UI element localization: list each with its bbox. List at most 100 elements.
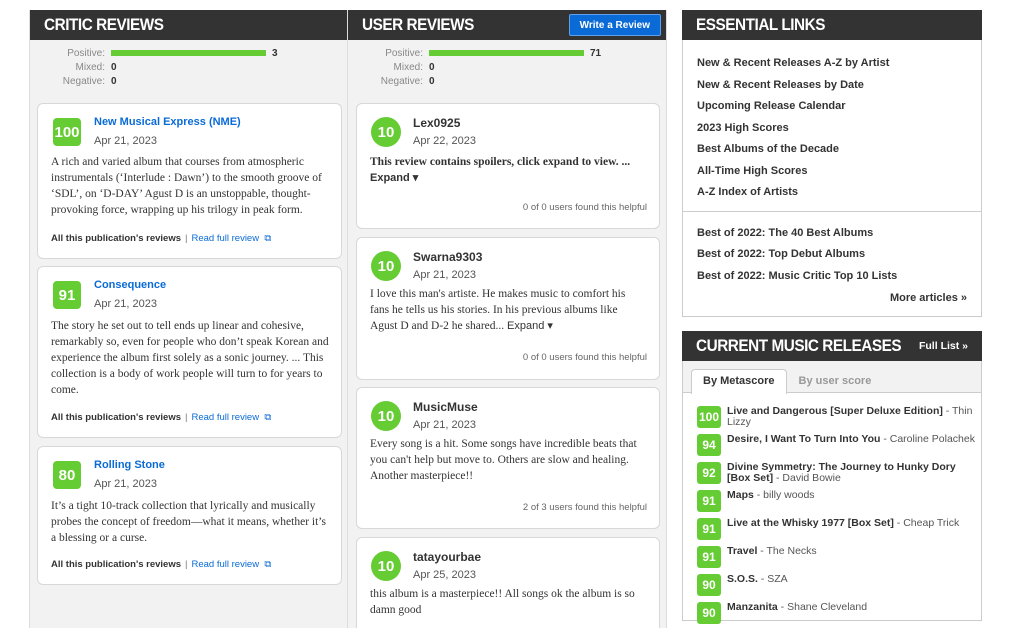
essential-link[interactable]: 2023 High Scores (697, 119, 981, 141)
release-artist: - Cheap Trick (893, 517, 960, 529)
all-publication-reviews-link[interactable]: All this publication's reviews (51, 412, 181, 423)
expand-link[interactable]: Expand ▾ (370, 172, 418, 184)
full-list-link[interactable]: Full List » (919, 340, 968, 352)
publication-link[interactable]: Rolling Stone (94, 459, 165, 471)
expand-link[interactable]: Expand ▾ (507, 320, 553, 332)
more-articles-link[interactable]: More articles » (683, 288, 981, 316)
username[interactable]: tatayourbae (413, 550, 481, 564)
release-artist: - billy woods (753, 489, 815, 501)
tab-by-user-score[interactable]: By user score (787, 369, 884, 392)
essential-link[interactable]: Best Albums of the Decade (697, 140, 981, 162)
essential-link[interactable]: New & Recent Releases A-Z by Artist (697, 54, 981, 76)
essential-link[interactable]: Upcoming Release Calendar (697, 97, 981, 119)
release-text: Live at the Whisky 1977 [Box Set] - Chea… (727, 518, 981, 529)
current-releases-title: CURRENT MUSIC RELEASES (696, 336, 902, 355)
review-footer: All this publication's reviews | Read full… (51, 559, 271, 570)
all-publication-reviews-link[interactable]: All this publication's reviews (51, 559, 181, 570)
review-date: Apr 21, 2023 (413, 419, 476, 431)
metascore-badge: 92 (697, 462, 721, 484)
critic-negative-row: Negative: 0 (30, 74, 347, 88)
username[interactable]: Lex0925 (413, 116, 460, 130)
username[interactable]: Swarna9303 (413, 250, 482, 264)
release-title[interactable]: Desire, I Want To Turn Into You (727, 433, 880, 445)
article-link[interactable]: Best of 2022: Top Debut Albums (697, 245, 981, 267)
current-releases-box: By Metascore By user score 100 Live and … (682, 361, 982, 624)
release-item[interactable]: 90 S.O.S. - SZA (697, 574, 981, 602)
release-artist: - SZA (757, 573, 788, 585)
release-title[interactable]: Live and Dangerous [Super Deluxe Edition… (727, 405, 943, 417)
publication-link[interactable]: Consequence (94, 279, 166, 291)
release-text: Desire, I Want To Turn Into You - Caroli… (727, 434, 981, 445)
release-artist: - David Bowie (773, 472, 841, 484)
release-text: Divine Symmetry: The Journey to Hunky Do… (727, 462, 981, 484)
all-publication-reviews-link[interactable]: All this publication's reviews (51, 233, 181, 244)
release-item[interactable]: 92 Divine Symmetry: The Journey to Hunky… (697, 462, 981, 490)
review-text: I love this man's artiste. He makes musi… (370, 288, 626, 332)
sort-tabs: By Metascore By user score (683, 361, 981, 394)
negative-count: 0 (429, 75, 435, 87)
review-text: Every song is a hit. Some songs have inc… (370, 438, 637, 482)
username[interactable]: MusicMuse (413, 400, 478, 414)
release-item[interactable]: 91 Maps - billy woods (697, 490, 981, 518)
article-link[interactable]: Best of 2022: The 40 Best Albums (697, 224, 981, 246)
publication-link[interactable]: New Musical Express (NME) (94, 116, 241, 128)
release-title[interactable]: S.O.S. (727, 573, 758, 585)
release-title[interactable]: Manzanita (727, 601, 778, 613)
user-review-card: 10 tatayourbae Apr 25, 2023 this album i… (356, 537, 660, 628)
essential-link[interactable]: A-Z Index of Artists (697, 183, 981, 205)
user-review-card: 10 Lex0925 Apr 22, 2023 This review cont… (356, 103, 660, 229)
metascore-badge: 91 (697, 518, 721, 540)
right-sidebar: ESSENTIAL LINKS New & Recent Releases A-… (682, 10, 982, 624)
user-score-distribution: Positive: 71 Mixed: 0 Negative: 0 (348, 40, 666, 102)
release-title[interactable]: Live at the Whisky 1977 [Box Set] (727, 517, 894, 529)
metascore-badge: 80 (53, 461, 81, 489)
tab-by-metascore[interactable]: By Metascore (691, 369, 787, 394)
release-text: Maps - billy woods (727, 490, 981, 501)
read-full-review-link[interactable]: Read full review (191, 412, 259, 423)
review-date: Apr 21, 2023 (94, 135, 157, 147)
user-review-card: 10 Swarna9303 Apr 21, 2023 I love this m… (356, 237, 660, 380)
review-text: this album is a masterpiece!! All songs … (370, 588, 635, 616)
release-title[interactable]: Maps (727, 489, 754, 501)
release-artist: - Shane Cleveland (777, 601, 868, 613)
review-text: It’s a tight 10-track collection that ly… (51, 500, 326, 544)
metascore-badge: 94 (697, 434, 721, 456)
release-text: Travel - The Necks (727, 546, 981, 557)
user-reviews-header: USER REVIEWS Write a Review (348, 10, 666, 40)
critic-reviews-column: CRITIC REVIEWS Positive: 3 Mixed: 0 Nega… (29, 10, 347, 628)
write-review-button[interactable]: Write a Review (568, 14, 661, 36)
releases-list: 100 Live and Dangerous [Super Deluxe Edi… (683, 393, 981, 628)
release-item[interactable]: 91 Live at the Whisky 1977 [Box Set] - C… (697, 518, 981, 546)
positive-bar (429, 50, 584, 56)
helpful-count: 0 of 0 users found this helpful (522, 202, 647, 213)
essential-link[interactable]: New & Recent Releases by Date (697, 76, 981, 98)
article-link[interactable]: Best of 2022: Music Critic Top 10 Lists (697, 267, 981, 289)
user-positive-row: Positive: 71 (348, 46, 666, 60)
essential-links-header: ESSENTIAL LINKS (682, 10, 982, 40)
release-title[interactable]: Divine Symmetry: The Journey to Hunky Do… (727, 461, 956, 484)
review-footer: All this publication's reviews | Read full… (51, 233, 271, 244)
external-link-icon[interactable]: ⧉ (262, 559, 271, 570)
review-body: I love this man's artiste. He makes musi… (370, 286, 647, 334)
metascore-badge: 90 (697, 574, 721, 596)
separator: | (185, 412, 188, 423)
read-full-review-link[interactable]: Read full review (191, 233, 259, 244)
metascore-badge: 91 (697, 490, 721, 512)
release-item[interactable]: 94 Desire, I Want To Turn Into You - Car… (697, 434, 981, 462)
release-item[interactable]: 90 Manzanita - Shane Cleveland (697, 602, 981, 628)
positive-count: 71 (590, 47, 602, 59)
read-full-review-link[interactable]: Read full review (191, 559, 259, 570)
release-item[interactable]: 100 Live and Dangerous [Super Deluxe Edi… (697, 406, 981, 434)
release-text: S.O.S. - SZA (727, 574, 981, 585)
external-link-icon[interactable]: ⧉ (262, 233, 271, 244)
critic-reviews-title: CRITIC REVIEWS (44, 15, 164, 34)
user-negative-row: Negative: 0 (348, 74, 666, 88)
critic-review-card: 80 Rolling Stone Apr 21, 2023 It’s a tig… (37, 446, 342, 585)
mixed-label: Mixed: (393, 61, 423, 73)
release-artist: - Caroline Polachek (880, 433, 975, 445)
release-item[interactable]: 91 Travel - The Necks (697, 546, 981, 574)
review-date: Apr 21, 2023 (94, 298, 157, 310)
external-link-icon[interactable]: ⧉ (262, 412, 271, 423)
release-title[interactable]: Travel (727, 545, 757, 557)
essential-link[interactable]: All-Time High Scores (697, 162, 981, 184)
